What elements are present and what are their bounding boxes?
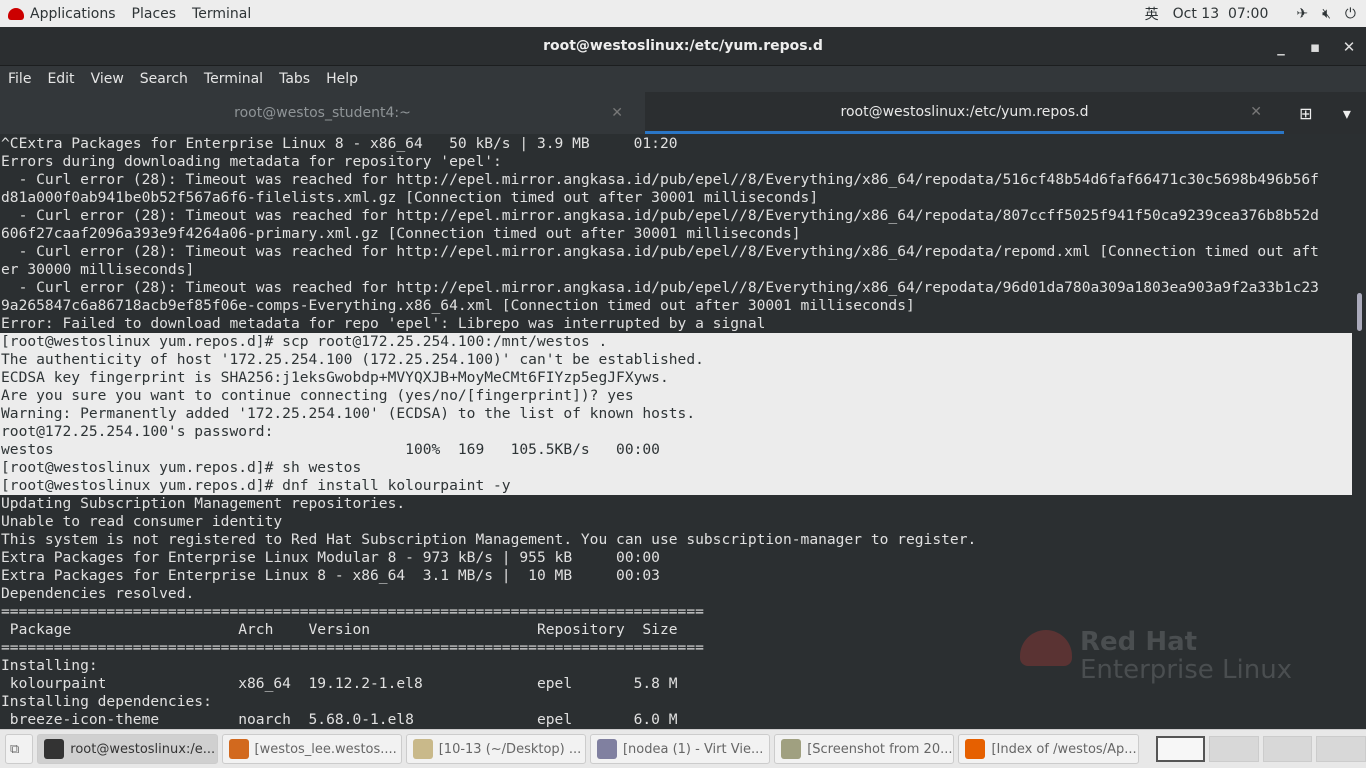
minimize-button[interactable]: _ bbox=[1264, 27, 1298, 66]
terminal-line: ========================================… bbox=[1, 603, 704, 620]
terminal-line: d81a000f0ab941be0b52f567a6f6-filelists.x… bbox=[1, 189, 819, 206]
terminal-line: 606f27caaf2096a393e9f4264a06-primary.xml… bbox=[1, 225, 801, 242]
new-tab-icon[interactable]: ⊞ bbox=[1299, 104, 1312, 123]
terminal-line: Warning: Permanently added '172.25.254.1… bbox=[0, 405, 1352, 423]
terminal-app-menu[interactable]: Terminal bbox=[184, 6, 259, 22]
volume-muted-icon[interactable]: 🔇︎ bbox=[1322, 6, 1331, 22]
menu-view[interactable]: View bbox=[83, 71, 132, 87]
terminal-line: [root@westoslinux yum.repos.d]# scp root… bbox=[0, 333, 1352, 351]
terminal-line: - Curl error (28): Timeout was reached f… bbox=[1, 171, 1319, 188]
window-list-taskbar: ⧉ root@westoslinux:/e... [westos_lee.west… bbox=[0, 729, 1366, 768]
menu-bar: File Edit View Search Terminal Tabs Help bbox=[0, 66, 1366, 92]
terminal-line: westos 100% 169 105.5KB/s 00:00 bbox=[0, 441, 1352, 459]
close-tab-icon[interactable]: ✕ bbox=[611, 105, 623, 121]
workspace-1[interactable] bbox=[1155, 736, 1206, 762]
tab-menu-chevron-down-icon[interactable]: ▾ bbox=[1343, 104, 1351, 123]
show-desktop-button[interactable]: ⧉ bbox=[5, 734, 34, 764]
window-title: root@westoslinux:/etc/yum.repos.d bbox=[543, 38, 823, 54]
terminal-line: Installing: bbox=[1, 657, 98, 674]
workspace-3[interactable] bbox=[1262, 736, 1313, 762]
terminal-line: Errors during downloading metadata for r… bbox=[1, 153, 502, 170]
screenshot-icon bbox=[781, 739, 802, 759]
clock[interactable]: Oct 13 07:00 bbox=[1173, 6, 1269, 22]
close-button[interactable]: ✕ bbox=[1332, 27, 1366, 66]
terminal-line: er 30000 milliseconds] bbox=[1, 261, 195, 278]
airplane-icon[interactable]: ✈ bbox=[1296, 6, 1308, 22]
tab-bar: root@westos_student4:~ ✕ root@westoslinux… bbox=[0, 92, 1366, 134]
workspace-2[interactable] bbox=[1209, 736, 1259, 762]
tab-label: root@westoslinux:/etc/yum.repos.d bbox=[840, 103, 1089, 120]
terminal-line: [root@westoslinux yum.repos.d]# dnf inst… bbox=[0, 477, 1352, 495]
tab-westoslinux[interactable]: root@westoslinux:/etc/yum.repos.d ✕ bbox=[645, 92, 1284, 134]
applications-label: Applications bbox=[30, 5, 116, 22]
maximize-button[interactable]: ▪ bbox=[1298, 27, 1332, 66]
monitor-icon bbox=[596, 739, 617, 759]
taskbar-window-button[interactable]: [Screenshot from 20... bbox=[774, 734, 955, 764]
terminal-line: The authenticity of host '172.25.254.100… bbox=[0, 351, 1352, 369]
show-desktop-icon: ⧉ bbox=[10, 741, 20, 757]
terminal-line: Extra Packages for Enterprise Linux Modu… bbox=[1, 549, 696, 566]
terminal-line: - Curl error (28): Timeout was reached f… bbox=[1, 279, 1319, 296]
tab-student4[interactable]: root@westos_student4:~ ✕ bbox=[0, 92, 645, 134]
menu-tabs[interactable]: Tabs bbox=[271, 71, 318, 87]
taskbar-window-button[interactable]: [nodea (1) - Virt Vie... bbox=[589, 734, 771, 764]
menu-terminal[interactable]: Terminal bbox=[196, 71, 271, 87]
taskbar-window-label: [10-13 (~/Desktop) ... bbox=[438, 741, 582, 757]
menu-edit[interactable]: Edit bbox=[39, 71, 82, 87]
terminal-line: Are you sure you want to continue connec… bbox=[0, 387, 1352, 405]
taskbar-window-button[interactable]: [10-13 (~/Desktop) ... bbox=[405, 734, 586, 764]
applications-menu[interactable]: Applications bbox=[0, 6, 124, 22]
terminal-line: Dependencies resolved. bbox=[1, 585, 195, 602]
terminal-line: Unable to read consumer identity bbox=[1, 513, 283, 530]
menu-file[interactable]: File bbox=[0, 71, 39, 87]
terminal-line: ECDSA key fingerprint is SHA256:j1eksGwo… bbox=[0, 369, 1352, 387]
terminal-line: This system is not registered to Red Hat… bbox=[1, 531, 977, 548]
taskbar-window-button[interactable]: [Index of /westos/Ap... bbox=[958, 734, 1139, 764]
terminal-output[interactable]: Red Hat Enterprise Linux ^CExtra Packages… bbox=[0, 135, 1352, 729]
taskbar-window-label: root@westoslinux:/e... bbox=[70, 741, 216, 757]
terminal-line: ^CExtra Packages for Enterprise Linux 8 … bbox=[1, 135, 678, 152]
workspace-4[interactable] bbox=[1316, 736, 1366, 762]
scrollbar-thumb[interactable] bbox=[1357, 293, 1362, 331]
taskbar-window-label: [nodea (1) - Virt Vie... bbox=[622, 741, 764, 757]
terminal-line: Package Arch Version Repository Size bbox=[1, 621, 678, 638]
input-method-indicator[interactable]: 英 bbox=[1145, 4, 1159, 24]
text-editor-icon bbox=[412, 739, 433, 759]
menu-help[interactable]: Help bbox=[318, 71, 366, 87]
terminal-line: [root@westoslinux yum.repos.d]# sh westo… bbox=[0, 459, 1352, 477]
terminal-line: Extra Packages for Enterprise Linux 8 - … bbox=[1, 567, 696, 584]
terminal-line: Updating Subscription Management reposit… bbox=[1, 495, 406, 512]
terminal-line: breeze-icon-theme noarch 5.68.0-1.el8 ep… bbox=[1, 711, 678, 728]
terminal-line: Installing dependencies: bbox=[1, 693, 212, 710]
places-menu[interactable]: Places bbox=[124, 6, 185, 22]
tab-label: root@westos_student4:~ bbox=[234, 105, 411, 121]
taskbar-window-label: [Screenshot from 20... bbox=[807, 741, 953, 757]
menu-search[interactable]: Search bbox=[132, 71, 196, 87]
terminal-line: kolourpaint x86_64 19.12.2-1.el8 epel 5.… bbox=[1, 675, 678, 692]
taskbar-window-button[interactable]: [westos_lee.westos.... bbox=[221, 734, 402, 764]
taskbar-window-label: [westos_lee.westos.... bbox=[254, 741, 397, 757]
vm-icon bbox=[228, 739, 249, 759]
terminal-line: Error: Failed to download metadata for r… bbox=[1, 315, 766, 332]
top-panel: Applications Places Terminal 英 Oct 13 07… bbox=[0, 0, 1366, 27]
window-titlebar: root@westoslinux:/etc/yum.repos.d _ ▪ ✕ bbox=[0, 27, 1366, 66]
terminal-line: root@172.25.254.100's password: bbox=[0, 423, 1352, 441]
terminal-scrollbar[interactable] bbox=[1352, 135, 1366, 729]
power-icon[interactable]: ⏻ bbox=[1345, 6, 1356, 22]
terminal-icon bbox=[44, 739, 65, 759]
taskbar-window-button[interactable]: root@westoslinux:/e... bbox=[37, 734, 218, 764]
terminal-line: - Curl error (28): Timeout was reached f… bbox=[1, 207, 1319, 224]
terminal-line: ========================================… bbox=[1, 639, 704, 656]
taskbar-window-label: [Index of /westos/Ap... bbox=[991, 741, 1137, 757]
firefox-icon bbox=[965, 739, 986, 759]
close-tab-icon[interactable]: ✕ bbox=[1250, 104, 1262, 120]
redhat-icon bbox=[8, 7, 24, 20]
terminal-line: 9a265847c6a86718acb9ef85f06e-comps-Every… bbox=[1, 297, 915, 314]
terminal-line: - Curl error (28): Timeout was reached f… bbox=[1, 243, 1319, 260]
